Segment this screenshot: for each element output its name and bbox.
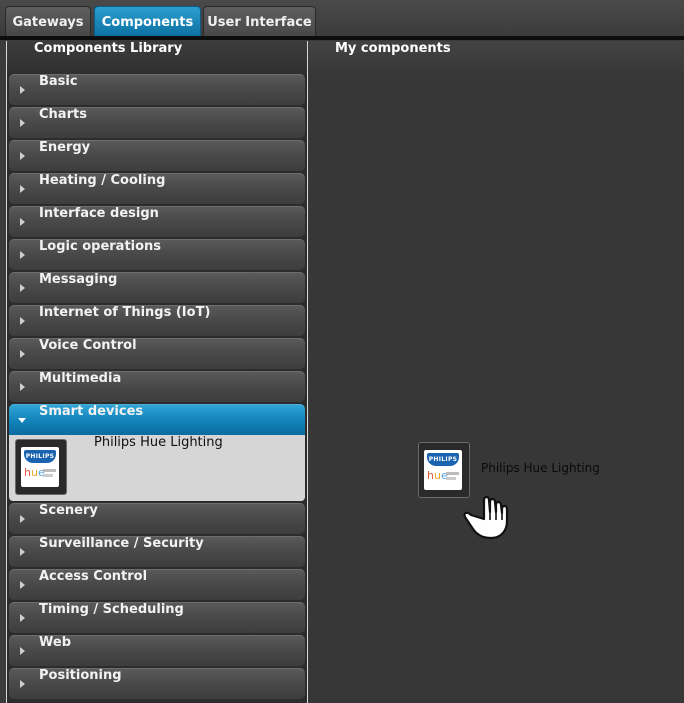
- category-charts[interactable]: Charts: [9, 107, 305, 138]
- category-label: Smart devices: [39, 404, 144, 419]
- category-label: Surveillance / Security: [39, 536, 204, 551]
- category-web[interactable]: Web: [9, 635, 305, 666]
- components-library-panel: Components Library Basic Charts Energy H…: [6, 41, 308, 703]
- category-label: Interface design: [39, 206, 159, 221]
- logo-decoration: [43, 474, 53, 477]
- category-label: Messaging: [39, 272, 118, 287]
- category-interface-design[interactable]: Interface design: [9, 206, 305, 237]
- category-voice-control[interactable]: Voice Control: [9, 338, 305, 369]
- hue-logo-text: hue: [24, 466, 45, 479]
- philips-hue-logo: PHILIPS hue: [21, 447, 59, 487]
- philips-logo-text: PHILIPS: [427, 453, 459, 466]
- chevron-right-icon: [20, 86, 25, 94]
- category-label: Charts: [39, 107, 87, 122]
- grab-hand-cursor-icon: [463, 495, 509, 540]
- chevron-right-icon: [20, 119, 25, 127]
- tab-user-interface[interactable]: User Interface: [203, 6, 316, 37]
- category-access-control[interactable]: Access Control: [9, 569, 305, 600]
- chevron-right-icon: [20, 680, 25, 688]
- chevron-right-icon: [20, 548, 25, 556]
- category-label: Logic operations: [39, 239, 162, 254]
- chevron-right-icon: [20, 185, 25, 193]
- dragged-component-label: Philips Hue Lighting: [481, 461, 600, 475]
- chevron-right-icon: [20, 284, 25, 292]
- chevron-right-icon: [20, 218, 25, 226]
- chevron-right-icon: [20, 581, 25, 589]
- library-title: Components Library: [7, 41, 307, 74]
- category-label: Internet of Things (IoT): [39, 305, 211, 320]
- category-scenery[interactable]: Scenery: [9, 503, 305, 534]
- category-logic-operations[interactable]: Logic operations: [9, 239, 305, 270]
- chevron-right-icon: [20, 614, 25, 622]
- category-smart-devices[interactable]: Smart devices: [9, 404, 305, 435]
- philips-hue-logo: PHILIPS hue: [424, 450, 462, 490]
- category-label: Basic: [39, 74, 78, 89]
- category-surveillance-security[interactable]: Surveillance / Security: [9, 536, 305, 567]
- chevron-right-icon: [20, 317, 25, 325]
- chevron-right-icon: [20, 251, 25, 259]
- chevron-right-icon: [20, 383, 25, 391]
- category-basic[interactable]: Basic: [9, 74, 305, 105]
- chevron-right-icon: [20, 515, 25, 523]
- chevron-right-icon: [20, 350, 25, 358]
- hue-logo-text: hue: [427, 469, 448, 482]
- category-timing-scheduling[interactable]: Timing / Scheduling: [9, 602, 305, 633]
- category-label: Energy: [39, 140, 91, 155]
- category-label: Multimedia: [39, 371, 122, 386]
- category-positioning[interactable]: Positioning: [9, 668, 305, 699]
- my-components-panel[interactable]: My components PHILIPS hue Philips Hue Li…: [309, 41, 684, 703]
- library-item-label: Philips Hue Lighting: [94, 435, 223, 450]
- top-tab-bar: Gateways Components User Interface: [0, 0, 684, 40]
- tab-gateways[interactable]: Gateways: [5, 6, 91, 37]
- logo-decoration: [43, 469, 56, 472]
- category-label: Timing / Scheduling: [39, 602, 184, 617]
- library-item-philips-hue[interactable]: PHILIPS hue Philips Hue Lighting: [9, 435, 305, 501]
- category-energy[interactable]: Energy: [9, 140, 305, 171]
- philips-hue-icon: PHILIPS hue: [15, 439, 67, 495]
- category-label: Web: [39, 635, 71, 650]
- philips-logo-text: PHILIPS: [24, 450, 56, 463]
- logo-decoration: [446, 477, 456, 480]
- logo-decoration: [446, 472, 459, 475]
- chevron-down-icon: [18, 418, 26, 423]
- category-iot[interactable]: Internet of Things (IoT): [9, 305, 305, 336]
- category-label: Voice Control: [39, 338, 137, 353]
- category-label: Scenery: [39, 503, 98, 518]
- category-messaging[interactable]: Messaging: [9, 272, 305, 303]
- category-label: Heating / Cooling: [39, 173, 166, 188]
- category-multimedia[interactable]: Multimedia: [9, 371, 305, 402]
- category-label: Access Control: [39, 569, 148, 584]
- my-components-title: My components: [309, 41, 684, 74]
- chevron-right-icon: [20, 152, 25, 160]
- tab-divider: [0, 36, 684, 40]
- tab-components[interactable]: Components: [94, 6, 201, 37]
- chevron-right-icon: [20, 647, 25, 655]
- category-label: Positioning: [39, 668, 122, 683]
- category-heating-cooling[interactable]: Heating / Cooling: [9, 173, 305, 204]
